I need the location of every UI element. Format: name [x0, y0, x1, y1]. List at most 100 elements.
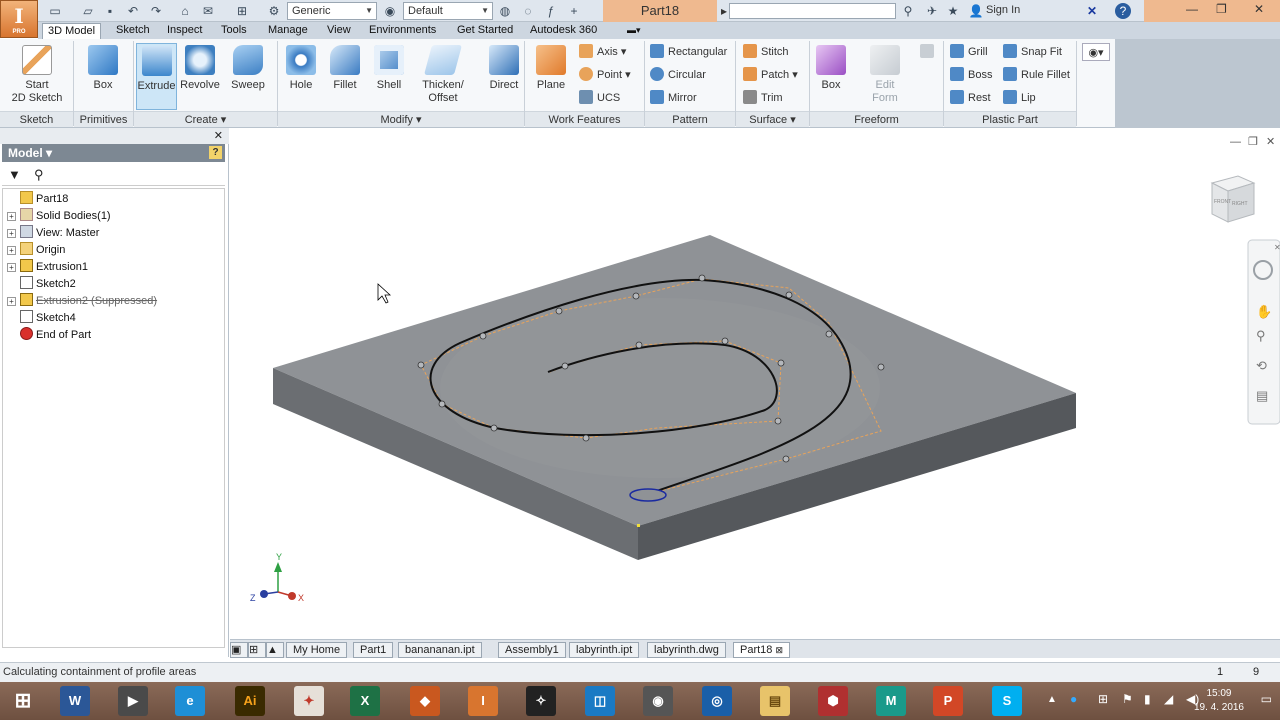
parameters-icon[interactable]: ƒ — [543, 3, 559, 19]
shell-button[interactable]: Shell — [372, 43, 406, 92]
close-icon[interactable]: ✕ — [214, 129, 223, 142]
3d-app-icon[interactable]: ⬢ — [818, 686, 848, 716]
control-point[interactable] — [632, 292, 640, 300]
fillet-button[interactable]: Fillet — [328, 43, 362, 92]
pan-hand-icon[interactable]: ✋ — [1256, 304, 1272, 319]
color-wheel-icon[interactable]: ◉ — [382, 3, 398, 19]
freeform-box-button[interactable]: Box — [814, 43, 848, 92]
file-explorer-icon[interactable]: ▤ — [760, 686, 790, 716]
viewcube-right-face[interactable]: RIGHT — [1232, 201, 1248, 207]
work-point-button[interactable]: Point ▾ — [579, 66, 631, 84]
profile-ellipse[interactable] — [629, 488, 667, 502]
snap-fit-button[interactable]: Snap Fit — [1003, 43, 1062, 61]
tab-environments[interactable]: Environments — [364, 23, 441, 39]
lip-button[interactable]: Lip — [1003, 89, 1036, 107]
tree-node[interactable]: Part18 — [7, 191, 68, 208]
thicken-offset-button[interactable]: Thicken/ Offset — [418, 43, 468, 105]
control-point[interactable] — [777, 359, 785, 367]
favorites-star-icon[interactable]: ★ — [945, 3, 961, 19]
grill-button[interactable]: Grill — [950, 43, 988, 61]
close-icon[interactable]: ⊠ — [775, 645, 783, 655]
control-point[interactable] — [582, 434, 590, 442]
tree-node[interactable]: + Solid Bodies(1) — [7, 208, 111, 225]
redo-icon[interactable]: ↷ — [148, 3, 164, 19]
clear-icon[interactable]: ◌ — [520, 3, 536, 19]
look-at-icon[interactable]: ▤ — [1256, 388, 1268, 403]
popcorn-icon[interactable]: ✦ — [294, 686, 324, 716]
ucs-button[interactable]: UCS — [579, 89, 620, 107]
tree-expander-icon[interactable]: + — [7, 229, 16, 238]
word-icon[interactable]: W — [60, 686, 90, 716]
orbit-icon[interactable]: ⟲ — [1256, 358, 1267, 373]
store-icon[interactable]: ◫ — [585, 686, 615, 716]
save-icon[interactable]: ▪ — [102, 3, 118, 19]
project-icon[interactable]: ✉ — [200, 3, 216, 19]
undo-icon[interactable]: ↶ — [125, 3, 141, 19]
tree-node[interactable]: + Origin — [7, 242, 65, 259]
tray-app-icon[interactable]: ● — [1070, 692, 1077, 706]
freeform-extra-icon[interactable] — [920, 43, 938, 61]
excel-icon[interactable]: X — [350, 686, 380, 716]
control-point[interactable] — [555, 307, 563, 315]
illustrator-icon[interactable]: Ai — [235, 686, 265, 716]
boss-button[interactable]: Boss — [950, 66, 992, 84]
doc-tab-labyrinth-dwg[interactable]: labyrinth.dwg — [647, 642, 726, 658]
close-icon[interactable]: ✕ — [1266, 136, 1275, 148]
minimize-icon[interactable]: — — [1230, 136, 1241, 148]
viewport-canvas[interactable]: — ❐ ✕ Y X Z FRONT RIGHT ✕ ✋ ⚲ ⟲ ▤ — [230, 128, 1280, 639]
control-point[interactable] — [635, 341, 643, 349]
sweep-button[interactable]: Sweep — [226, 43, 270, 92]
tab-tools[interactable]: Tools — [216, 23, 252, 39]
minimize-icon[interactable]: — — [1186, 2, 1198, 16]
tree-expander-icon[interactable]: + — [7, 246, 16, 255]
tile-icon[interactable]: ⊞ — [248, 642, 266, 658]
tab-list-icon[interactable]: ▲ — [266, 642, 284, 658]
circular-pattern-button[interactable]: Circular — [650, 66, 706, 84]
direct-edit-button[interactable]: Direct — [486, 43, 522, 92]
tab-3d-model[interactable]: 3D Model — [42, 23, 102, 39]
work-plane-button[interactable]: Plane — [532, 43, 570, 92]
browser-header[interactable]: Model ▾ ? — [2, 144, 225, 162]
control-point[interactable] — [698, 274, 706, 282]
tray-windows-icon[interactable]: ⊞ — [1098, 692, 1108, 706]
ribbon-more-dropdown[interactable]: ◉▾ — [1082, 43, 1110, 61]
tree-node[interactable]: End of Part — [7, 327, 91, 344]
revolve-button[interactable]: Revolve — [179, 43, 221, 92]
doc-tab-part1[interactable]: Part1 — [353, 642, 394, 658]
cascade-icon[interactable]: ▣ — [230, 642, 248, 658]
viewcube[interactable]: FRONT RIGHT — [1210, 175, 1256, 223]
tab-view[interactable]: View — [322, 23, 356, 39]
skype-icon[interactable]: S — [992, 686, 1022, 716]
notifications-icon[interactable]: ▭ — [1261, 692, 1272, 706]
control-point[interactable] — [490, 424, 498, 432]
help-search-input[interactable] — [729, 3, 896, 19]
subscription-icon[interactable]: ✈ — [924, 3, 940, 19]
inventor-taskbar-icon[interactable]: I — [468, 686, 498, 716]
tab-get-started[interactable]: Get Started — [452, 23, 518, 39]
sketch-app-icon[interactable]: ✧ — [526, 686, 556, 716]
windows-start-icon[interactable]: ⊞ — [8, 686, 38, 716]
control-point[interactable] — [438, 400, 446, 408]
doc-tab-labyrinth-ipt[interactable]: labyrinth.ipt — [569, 642, 640, 658]
tree-node[interactable]: Sketch2 — [7, 276, 76, 293]
help-button[interactable]: ? — [1115, 3, 1131, 19]
restore-icon[interactable]: ❐ — [1248, 136, 1258, 148]
hole-button[interactable]: Hole — [284, 43, 318, 92]
doc-tab-my-home[interactable]: My Home — [286, 642, 348, 658]
tab-autodesk-360[interactable]: Autodesk 360 — [525, 23, 602, 39]
system-clock[interactable]: 15:09 19. 4. 2016 — [1194, 687, 1244, 715]
control-point[interactable] — [479, 332, 487, 340]
help-icon[interactable]: ? — [209, 146, 222, 159]
control-point[interactable] — [825, 330, 833, 338]
maya-icon[interactable]: M — [876, 686, 906, 716]
appearance-select[interactable]: Default ▼ — [403, 2, 493, 20]
primitive-box-button[interactable]: Box — [80, 43, 126, 92]
application-menu-button[interactable]: I PRO — [0, 0, 38, 38]
control-point[interactable] — [721, 337, 729, 345]
control-point[interactable] — [782, 455, 790, 463]
control-point[interactable] — [417, 361, 425, 369]
tab-manage[interactable]: Manage — [263, 23, 313, 39]
control-point[interactable] — [561, 362, 569, 370]
stitch-button[interactable]: Stitch — [743, 43, 789, 61]
graphics-viewport[interactable]: — ❐ ✕ Y X Z FRONT RIGHT ✕ ✋ ⚲ ⟲ ▤ — [230, 128, 1280, 639]
